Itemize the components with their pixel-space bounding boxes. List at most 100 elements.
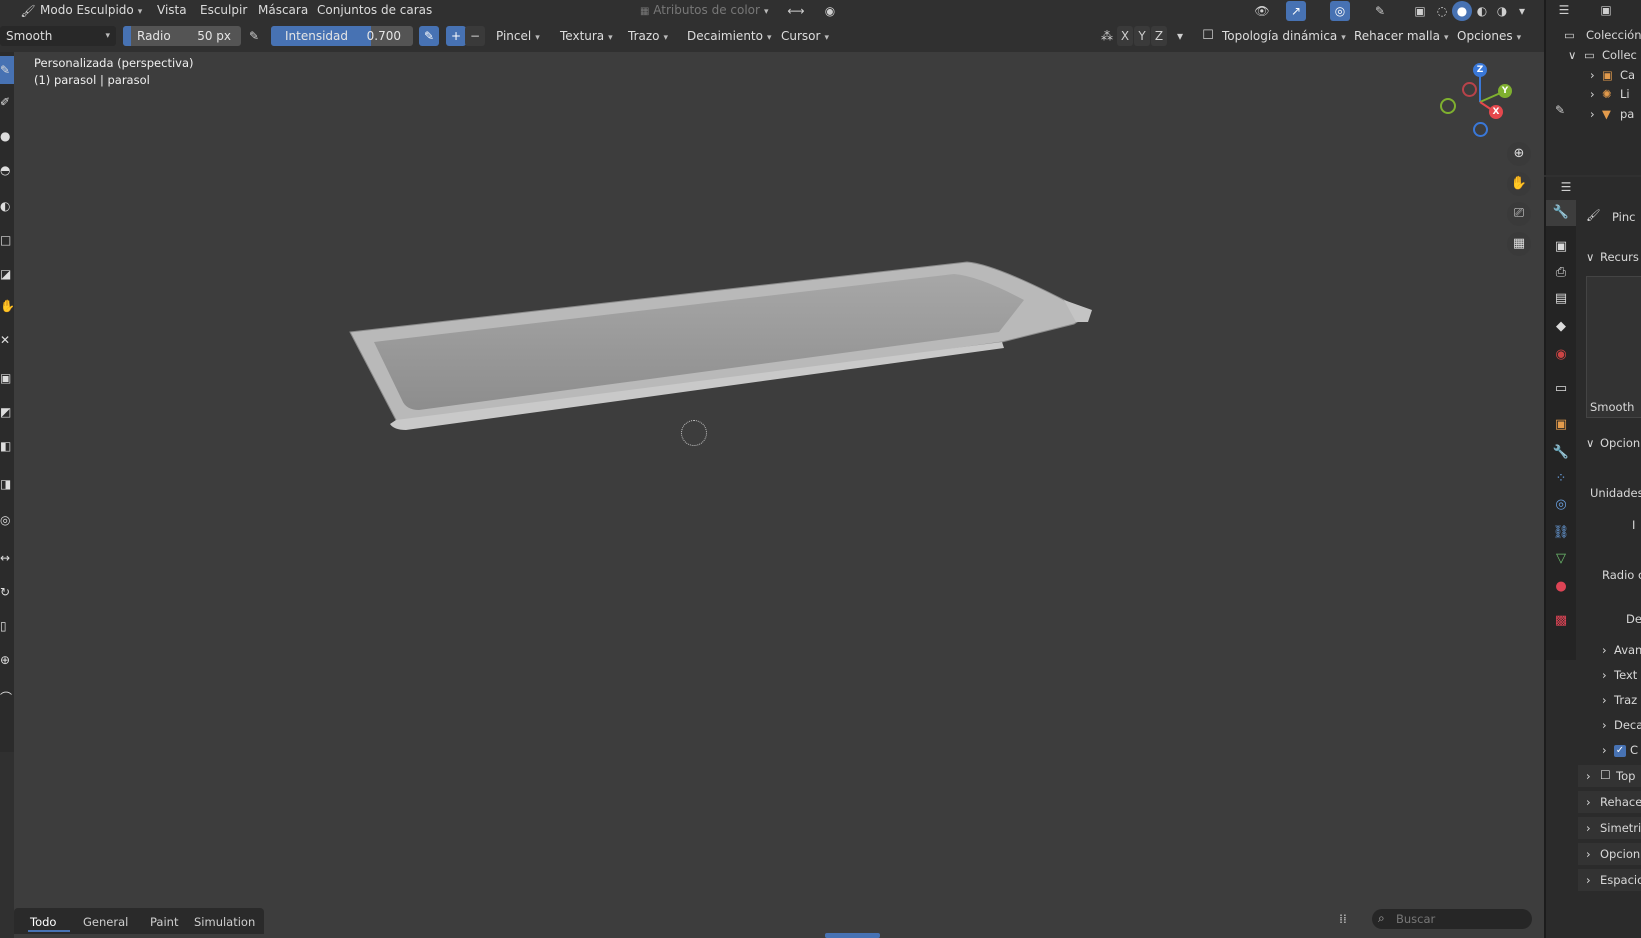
tool-mask-icon[interactable]: ▣ [0,364,14,392]
tool-smooth-icon[interactable]: ● [0,122,14,150]
tab-todo[interactable]: Todo [30,915,56,929]
tab-paint[interactable]: Paint [150,915,178,929]
cursor-checkbox[interactable]: ✓ [1614,745,1626,757]
gizmo-x-axis[interactable]: X [1489,105,1503,119]
view-layer-tab-icon[interactable]: ▤ [1546,286,1576,312]
outliner-item-parasol[interactable]: pa [1620,107,1634,121]
dyntopo-dropdown[interactable]: Topología dinámica ▾ [1216,26,1352,46]
particles-tab-icon[interactable]: ⁘ [1546,466,1576,492]
brush-selector[interactable]: Smooth ▾ [0,26,116,46]
snap-icon[interactable]: ◉ [820,1,840,21]
chevron-down-icon[interactable]: ∨ [1568,48,1576,62]
radius-pressure-icon[interactable]: ✎ [244,26,264,46]
gizmo-z-axis[interactable]: Z [1473,63,1487,77]
world-tab-icon[interactable]: ◉ [1546,342,1576,368]
tool-trim-icon[interactable]: ◎ [0,506,14,534]
chevron-right-icon[interactable]: › [1602,668,1607,682]
panel-remesh[interactable]: › Rehace [1578,791,1641,813]
pan-hand-icon[interactable]: ✋ [1507,172,1531,196]
editor-type-icon[interactable]: ☰ [1554,0,1574,20]
tool-draw-icon[interactable]: ✎ [0,56,14,84]
dropdown-cursor[interactable]: Cursor ▾ [775,26,835,46]
eyedropper-icon[interactable]: ✎ [1550,100,1570,120]
scrollbar-handle[interactable] [825,933,880,938]
dropdown-decaimiento[interactable]: Decaimiento ▾ [681,26,778,46]
chevron-right-icon[interactable]: › [1602,643,1607,657]
3d-viewport[interactable] [14,52,1544,938]
tab-simulation[interactable]: Simulation [194,915,255,929]
mode-selector[interactable]: Modo Esculpido ▾ [40,3,142,17]
tool-face-set-icon[interactable]: ◨ [0,470,14,498]
tool-transform-icon[interactable]: ⊕ [0,646,14,674]
zoom-icon[interactable]: ⊕ [1507,142,1531,166]
chevron-right-icon[interactable]: › [1590,68,1595,82]
search-input[interactable]: ⌕ Buscar [1372,909,1532,929]
overlays-icon[interactable]: ◎ [1330,1,1350,21]
add-direction-icon[interactable]: + [446,26,466,46]
chevron-down-icon[interactable]: ▾ [1170,26,1190,46]
tool-grab-icon[interactable]: ✋ [0,292,14,320]
dropdown-pincel[interactable]: Pincel ▾ [490,26,546,46]
tool-flatten-icon[interactable]: ◓ [0,156,14,184]
collection-tab-icon[interactable]: ▭ [1546,376,1576,402]
camera-view-icon[interactable]: ⎚ [1507,202,1531,226]
subpanel-cursor[interactable]: C [1630,743,1638,757]
chevron-right-icon[interactable]: › [1602,743,1607,757]
tool-scrape-icon[interactable]: □ [0,226,14,254]
dyntopo-panel-checkbox[interactable]: ☐ [1600,768,1611,782]
tool-move-icon[interactable]: ↔ [0,544,14,572]
tool-tab-icon[interactable]: 🔧 [1546,200,1576,226]
wireframe-shading-icon[interactable]: ◌ [1432,1,1452,21]
panel-options-header[interactable]: Opcion [1600,436,1640,450]
properties-editor-type-icon[interactable]: ☰ [1556,177,1576,197]
panel-brushes-header[interactable]: Recurs [1600,250,1639,264]
mesh-edit-overlay-icon[interactable]: ✎ [1370,1,1390,21]
data-tab-icon[interactable]: ▽ [1546,546,1576,572]
panel-dyntopo[interactable]: › ☐ Top [1578,765,1641,787]
symmetry-y-toggle[interactable]: Y [1134,26,1150,46]
tool-lasso-mask-icon[interactable]: ◧ [0,432,14,460]
gizmo-toggle-icon[interactable]: ↗ [1286,1,1306,21]
dropdown-trazo[interactable]: Trazo ▾ [622,26,674,46]
material-shading-icon[interactable]: ◐ [1472,1,1492,21]
tool-pinch-icon[interactable]: ◪ [0,260,14,288]
brush-preview[interactable] [1586,276,1641,418]
object-tab-icon[interactable]: ▣ [1546,412,1576,438]
tool-annotate-icon[interactable]: ⌒ [0,684,14,712]
subpanel-decaimiento[interactable]: Deca [1614,718,1641,732]
strength-field[interactable]: Intensidad 0.700 [271,26,413,46]
render-tab-icon[interactable]: ▣ [1546,234,1576,260]
gizmo-neg-z[interactable] [1473,122,1488,137]
constraints-tab-icon[interactable]: ⛓ [1546,520,1576,546]
rendered-shading-icon[interactable]: ◑ [1492,1,1512,21]
shading-options-icon[interactable]: ▾ [1512,1,1532,21]
gizmo-y-axis[interactable]: Y [1498,84,1512,98]
visibility-eye-icon[interactable]: 👁 [1252,1,1272,21]
tab-general[interactable]: General [83,915,128,929]
xray-icon[interactable]: ▣ [1410,1,1430,21]
subpanel-trazo[interactable]: Traz [1614,693,1637,707]
navigation-gizmo[interactable]: Z Y X [1440,62,1520,142]
perspective-grid-icon[interactable]: ▦ [1507,232,1531,256]
menu-mascara[interactable]: Máscara [258,3,308,17]
strength-pressure-icon[interactable]: ✎ [419,26,439,46]
tool-fill-icon[interactable]: ◐ [0,192,14,220]
chevron-down-icon[interactable]: ∨ [1586,436,1594,450]
gizmo-neg-x[interactable] [1462,82,1477,97]
subpanel-textura[interactable]: Text [1614,668,1637,682]
outliner-item-camera[interactable]: Ca [1620,68,1635,82]
tool-snake-hook-icon[interactable]: ✕ [0,326,14,354]
texture-tab-icon[interactable]: ▩ [1546,608,1576,634]
panel-workspace[interactable]: › Espacio [1578,869,1641,891]
chevron-right-icon[interactable]: › [1602,693,1607,707]
chevron-right-icon[interactable]: › [1590,107,1595,121]
display-filter-icon[interactable]: ▣ [1596,0,1616,20]
symmetry-z-toggle[interactable]: Z [1151,26,1167,46]
chevron-down-icon[interactable]: ∨ [1586,250,1594,264]
remesh-dropdown[interactable]: Rehacer malla ▾ [1348,26,1454,46]
display-mode-icon[interactable]: ⁞⁞ [1333,909,1353,929]
modifiers-tab-icon[interactable]: 🔧 [1546,440,1576,466]
tool-clay-icon[interactable]: ✐ [0,88,14,116]
symmetry-x-toggle[interactable]: X [1117,26,1133,46]
radius-field[interactable]: Radio 50 px [123,26,241,46]
